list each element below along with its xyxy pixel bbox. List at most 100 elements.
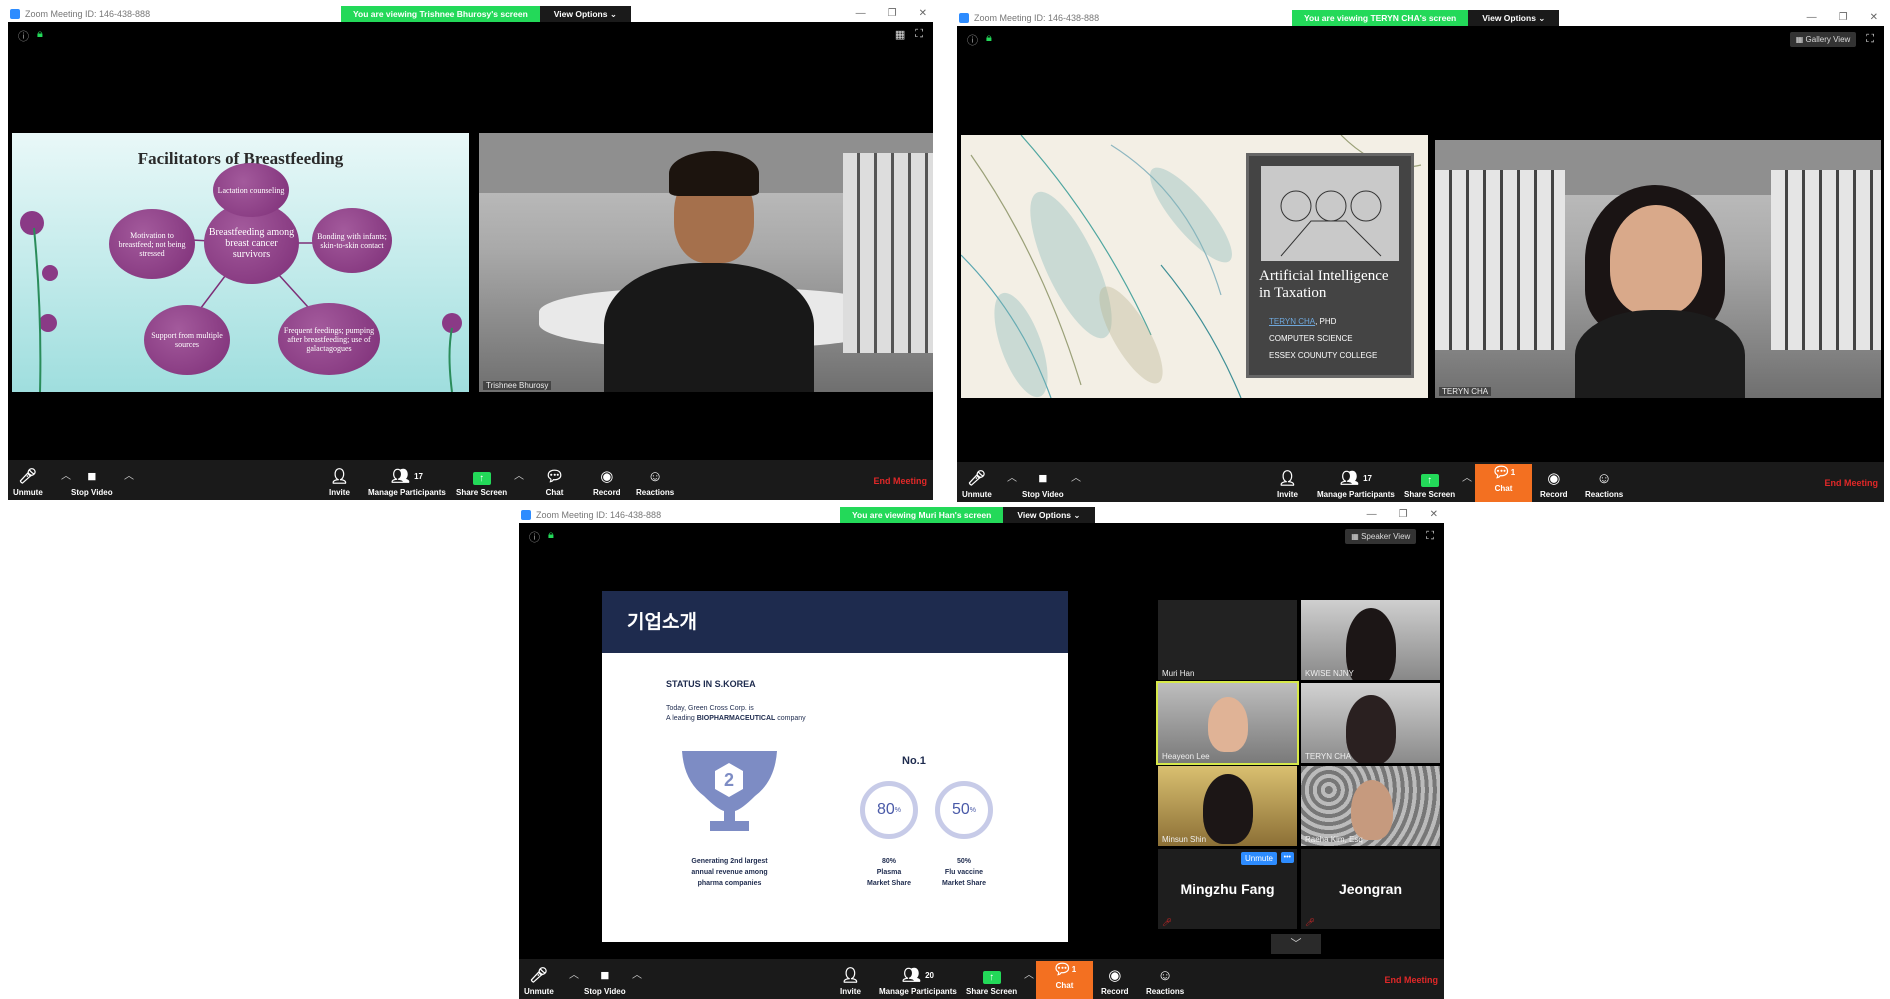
chevron-up-icon[interactable]: ︿ (1071, 469, 1081, 484)
chevron-up-icon[interactable]: ︿ (124, 467, 134, 482)
end-meeting-button[interactable]: End Meeting (874, 476, 928, 486)
chevron-up-icon[interactable]: ︿ (632, 966, 642, 981)
zoom-window-3: Zoom Meeting ID: 146-438-888 You are vie… (519, 507, 1444, 999)
intro-highlight: BIOPHARMACEUTICAL (696, 715, 776, 722)
zoom-logo-icon (521, 510, 531, 520)
participant-tile[interactable]: KWISE NJNY (1301, 600, 1440, 680)
department: COMPUTER SCIENCE (1269, 334, 1353, 343)
speaker-view-icon: ▦ (1351, 532, 1359, 541)
info-icon[interactable]: ⓘ (18, 28, 29, 44)
reactions-button[interactable]: ☺ Reactions (636, 468, 674, 497)
participant-name-large: Jeongran (1338, 881, 1402, 897)
zoom-window-2: Zoom Meeting ID: 146-438-888 You are vie… (957, 10, 1884, 502)
view-options-button[interactable]: View Options ⌄ (1003, 507, 1095, 523)
participant-tile[interactable]: TERYN CHA (1301, 683, 1440, 763)
invite-button[interactable]: 👤︎ Invite (840, 967, 861, 996)
minimize-icon[interactable]: — (1367, 507, 1377, 523)
stop-video-button[interactable]: ■ Stop Video (1022, 470, 1064, 499)
chevron-up-icon[interactable]: ︿ (1024, 966, 1034, 981)
chat-button[interactable]: 💬︎ Chat (545, 468, 564, 497)
bubble-support: Support from multiple sources (144, 305, 230, 375)
lock-icon[interactable]: 🔒︎ (986, 32, 992, 48)
trophy-rank: 2 (724, 770, 734, 790)
speaker-name: TERYN CHA (1439, 387, 1492, 396)
fullscreen-icon[interactable]: ⛶ (1866, 33, 1874, 46)
flu-ring: 50% (935, 781, 993, 839)
reactions-button[interactable]: ☺ Reactions (1146, 967, 1184, 996)
speaker-view-button[interactable]: ▦ Speaker View (1345, 529, 1417, 544)
manage-participants-button[interactable]: 👥︎ 17 Manage Participants (1317, 470, 1395, 499)
zoom-logo-icon (10, 9, 20, 19)
stop-video-button[interactable]: ■ Stop Video (584, 967, 626, 996)
unmute-button[interactable]: 🎤︎ Unmute (13, 468, 43, 497)
chevron-up-icon[interactable]: ︿ (514, 467, 524, 482)
camera-icon: ■ (1038, 470, 1048, 487)
add-user-icon: 👤︎ (840, 967, 860, 984)
bubble-bonding: Bonding with infants; skin-to-skin conta… (312, 208, 392, 273)
unmute-participant-button[interactable]: Unmute (1240, 852, 1277, 865)
chevron-up-icon[interactable]: ︿ (1462, 469, 1472, 484)
presenter-name[interactable]: TERYN CHA (1269, 317, 1315, 326)
chevron-down-icon[interactable]: ﹀ (1271, 934, 1321, 954)
participant-tile[interactable]: Minsun Shin (1158, 766, 1297, 846)
chevron-up-icon[interactable]: ︿ (61, 467, 71, 482)
share-screen-button[interactable]: ↑ Share Screen (456, 468, 507, 497)
invite-button[interactable]: 👤︎ Invite (1277, 470, 1298, 499)
grid-icon[interactable]: ▦ (895, 28, 905, 41)
chat-button[interactable]: 💬︎1 Chat (1475, 464, 1532, 502)
minimize-icon[interactable]: — (1807, 10, 1817, 26)
chevron-up-icon[interactable]: ︿ (1007, 469, 1017, 484)
participant-tile[interactable]: Raeha Kim, Esq (1301, 766, 1440, 846)
fullscreen-icon[interactable]: ⛶ (1426, 530, 1434, 543)
participant-tile[interactable]: Muri Han (1158, 600, 1297, 680)
record-button[interactable]: ◉ Record (1101, 967, 1129, 996)
speaker-video: Trishnee Bhurosy (479, 133, 933, 392)
participant-tile[interactable]: Heayeon Lee (1156, 681, 1299, 765)
record-button[interactable]: ◉ Record (1540, 470, 1568, 499)
gallery-view-button[interactable]: ▦ Gallery View (1789, 32, 1857, 47)
restore-icon[interactable]: ❐ (1839, 10, 1848, 26)
end-meeting-button[interactable]: End Meeting (1385, 975, 1439, 985)
viewing-banner: You are viewing Trishnee Bhurosy's scree… (341, 6, 540, 22)
invite-button[interactable]: 👤︎ Invite (329, 468, 350, 497)
manage-participants-button[interactable]: 👥︎ 17 Manage Participants (368, 468, 446, 497)
status-heading: STATUS IN S.KOREA (666, 679, 756, 689)
unmute-button[interactable]: 🎤︎ Unmute (524, 967, 554, 996)
title-bar: Zoom Meeting ID: 146-438-888 You are vie… (8, 6, 933, 22)
fullscreen-icon[interactable]: ⛶ (915, 28, 923, 41)
share-screen-button[interactable]: ↑ Share Screen (1404, 470, 1455, 499)
unmute-button[interactable]: 🎤︎ Unmute (962, 470, 992, 499)
restore-icon[interactable]: ❐ (888, 6, 897, 22)
chat-icon: 💬︎ (1491, 464, 1511, 481)
title-card: Artificial Intelligence in Taxation TERY… (1246, 153, 1414, 378)
participant-tile[interactable]: Mingzhu Fang Unmute ••• 🎤︎ (1158, 849, 1297, 929)
close-icon[interactable]: ✕ (1430, 507, 1438, 523)
manage-participants-button[interactable]: 👥︎ 20 Manage Participants (879, 967, 957, 996)
no1-label: No.1 (902, 755, 926, 767)
close-icon[interactable]: ✕ (919, 6, 927, 22)
chevron-up-icon[interactable]: ︿ (569, 966, 579, 981)
info-icon[interactable]: ⓘ (529, 529, 540, 545)
lock-icon[interactable]: 🔒︎ (37, 28, 43, 44)
minimize-icon[interactable]: — (856, 6, 866, 22)
more-options-button[interactable]: ••• (1280, 852, 1294, 863)
end-meeting-button[interactable]: End Meeting (1825, 478, 1879, 488)
slide-title-line1: Artificial Intelligence (1259, 268, 1389, 284)
mic-muted-icon: 🎤︎ (1162, 918, 1173, 927)
chat-icon: 💬︎ (1052, 961, 1072, 978)
stop-video-button[interactable]: ■ Stop Video (71, 468, 113, 497)
chat-button[interactable]: 💬︎1 Chat (1036, 961, 1093, 999)
view-options-button[interactable]: View Options ⌄ (1468, 10, 1560, 26)
mic-muted-icon: 🎤︎ (18, 468, 38, 485)
view-options-button[interactable]: View Options ⌄ (539, 6, 631, 22)
share-screen-button[interactable]: ↑ Share Screen (966, 967, 1017, 996)
record-button[interactable]: ◉ Record (593, 468, 621, 497)
reactions-button[interactable]: ☺ Reactions (1585, 470, 1623, 499)
info-icon[interactable]: ⓘ (967, 32, 978, 48)
restore-icon[interactable]: ❐ (1399, 507, 1408, 523)
participant-tile[interactable]: Jeongran 🎤︎ (1301, 849, 1440, 929)
meeting-toolbar: 🎤︎ Unmute ︿ ■ Stop Video ︿ 👤︎ Invite 👥︎ 17 M… (8, 460, 933, 500)
close-icon[interactable]: ✕ (1870, 10, 1878, 26)
meeting-id: Zoom Meeting ID: 146-438-888 (25, 9, 151, 19)
lock-icon[interactable]: 🔒︎ (548, 529, 554, 545)
